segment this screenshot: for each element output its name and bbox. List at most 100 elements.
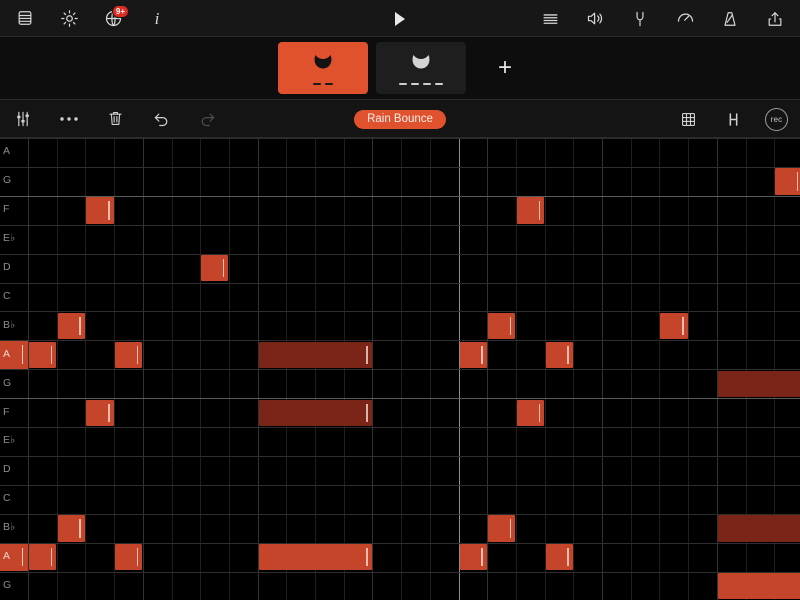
editor-toolbar-right-group: rec xyxy=(675,100,788,138)
key-label: E♭ xyxy=(3,434,16,447)
metronome-icon[interactable] xyxy=(717,6,743,32)
row-divider xyxy=(0,455,800,457)
track-pattern-dashes xyxy=(313,82,333,85)
row-divider xyxy=(0,484,800,486)
note-velocity-handle[interactable] xyxy=(136,345,139,365)
key-tick xyxy=(21,547,23,567)
note-block[interactable] xyxy=(201,255,229,282)
key-label: F xyxy=(3,405,10,418)
tempo-icon[interactable] xyxy=(672,6,698,32)
note-velocity-handle[interactable] xyxy=(366,403,368,422)
note-block[interactable] xyxy=(488,312,516,340)
note-velocity-handle[interactable] xyxy=(79,519,81,538)
note-block[interactable] xyxy=(488,515,516,542)
record-toggle-button[interactable]: rec xyxy=(765,107,788,131)
note-velocity-handle[interactable] xyxy=(481,548,483,567)
note-block[interactable] xyxy=(57,515,85,542)
note-velocity-handle[interactable] xyxy=(366,345,368,365)
garageband-window: 9+ i + Rain Bounce rec A G F E♭ D C B♭ A G F E♭ D C B♭… xyxy=(0,0,800,600)
note-velocity-handle[interactable] xyxy=(108,403,110,422)
note-block[interactable] xyxy=(717,573,800,600)
row-divider xyxy=(0,195,800,197)
note-block[interactable] xyxy=(258,544,372,571)
key-label: A xyxy=(3,145,11,158)
key-label: G xyxy=(3,376,12,389)
note-block[interactable] xyxy=(516,197,545,224)
row-divider xyxy=(0,282,800,284)
note-velocity-handle[interactable] xyxy=(538,201,541,220)
add-track-button[interactable]: + xyxy=(488,42,522,94)
note-velocity-handle[interactable] xyxy=(222,259,225,278)
key-label: C xyxy=(3,492,11,505)
note-velocity-handle[interactable] xyxy=(366,548,368,567)
note-block[interactable] xyxy=(115,544,143,571)
note-velocity-handle[interactable] xyxy=(50,345,53,365)
note-block[interactable] xyxy=(775,168,800,195)
row-divider xyxy=(0,253,800,255)
note-block[interactable] xyxy=(516,399,545,426)
key-label: F xyxy=(3,203,10,216)
note-block[interactable] xyxy=(717,370,800,398)
drum-pad-icon xyxy=(311,52,335,77)
key-label: G xyxy=(3,174,12,187)
note-block[interactable] xyxy=(660,312,688,340)
note-block[interactable] xyxy=(459,544,487,571)
row-divider xyxy=(0,427,800,428)
share-icon[interactable] xyxy=(762,6,788,32)
pattern-name-badge[interactable]: Rain Bounce xyxy=(354,109,446,129)
tuner-icon[interactable] xyxy=(627,6,653,32)
track-tab-2[interactable] xyxy=(376,42,466,94)
key-label: A xyxy=(3,347,11,360)
track-tab-1[interactable] xyxy=(278,42,368,94)
note-block[interactable] xyxy=(459,341,487,369)
note-block[interactable] xyxy=(258,341,372,369)
editor-toolbar: Rain Bounce rec xyxy=(0,100,800,138)
note-velocity-handle[interactable] xyxy=(567,548,569,567)
note-block[interactable] xyxy=(86,197,114,224)
note-velocity-handle[interactable] xyxy=(50,548,53,567)
note-velocity-handle[interactable] xyxy=(682,316,684,336)
track-selector-strip: + xyxy=(0,37,800,100)
track-pattern-dashes xyxy=(399,82,443,85)
note-velocity-handle[interactable] xyxy=(481,345,483,365)
row-divider xyxy=(0,513,800,515)
key-label: B♭ xyxy=(3,318,16,331)
play-button[interactable] xyxy=(388,7,412,31)
key-label: C xyxy=(3,289,11,302)
mixer-icon[interactable] xyxy=(537,6,563,32)
note-velocity-handle[interactable] xyxy=(509,316,512,336)
track-list xyxy=(278,42,466,94)
top-toolbar-right-group xyxy=(537,0,788,37)
note-velocity-handle[interactable] xyxy=(796,172,799,191)
note-value-icon[interactable] xyxy=(720,107,746,131)
note-block[interactable] xyxy=(57,312,85,340)
key-tick xyxy=(21,345,23,365)
note-velocity-handle[interactable] xyxy=(79,316,81,336)
note-block[interactable] xyxy=(86,399,114,426)
grid-icon[interactable] xyxy=(675,107,701,131)
note-block[interactable] xyxy=(545,544,573,571)
top-toolbar: 9+ i xyxy=(0,0,800,37)
note-block[interactable] xyxy=(545,341,573,369)
row-divider xyxy=(0,224,800,226)
note-velocity-handle[interactable] xyxy=(108,201,110,220)
note-velocity-handle[interactable] xyxy=(538,403,541,422)
note-velocity-handle[interactable] xyxy=(509,519,512,538)
key-label: D xyxy=(3,463,11,476)
row-divider xyxy=(0,571,800,573)
note-block[interactable] xyxy=(258,399,372,426)
key-label: E♭ xyxy=(3,232,16,245)
key-label: G xyxy=(3,578,12,591)
note-block[interactable] xyxy=(717,515,800,542)
note-block[interactable] xyxy=(29,544,57,571)
key-label: D xyxy=(3,261,11,274)
piano-roll-grid[interactable]: A G F E♭ D C B♭ A G F E♭ D C B♭ A G xyxy=(0,138,800,600)
row-divider xyxy=(0,166,800,168)
note-velocity-handle[interactable] xyxy=(136,548,139,567)
note-velocity-handle[interactable] xyxy=(567,345,569,365)
note-block[interactable] xyxy=(29,341,57,369)
drum-pad-icon xyxy=(409,52,433,77)
note-block[interactable] xyxy=(115,341,143,369)
key-label: A xyxy=(3,550,11,563)
volume-icon[interactable] xyxy=(582,6,608,32)
